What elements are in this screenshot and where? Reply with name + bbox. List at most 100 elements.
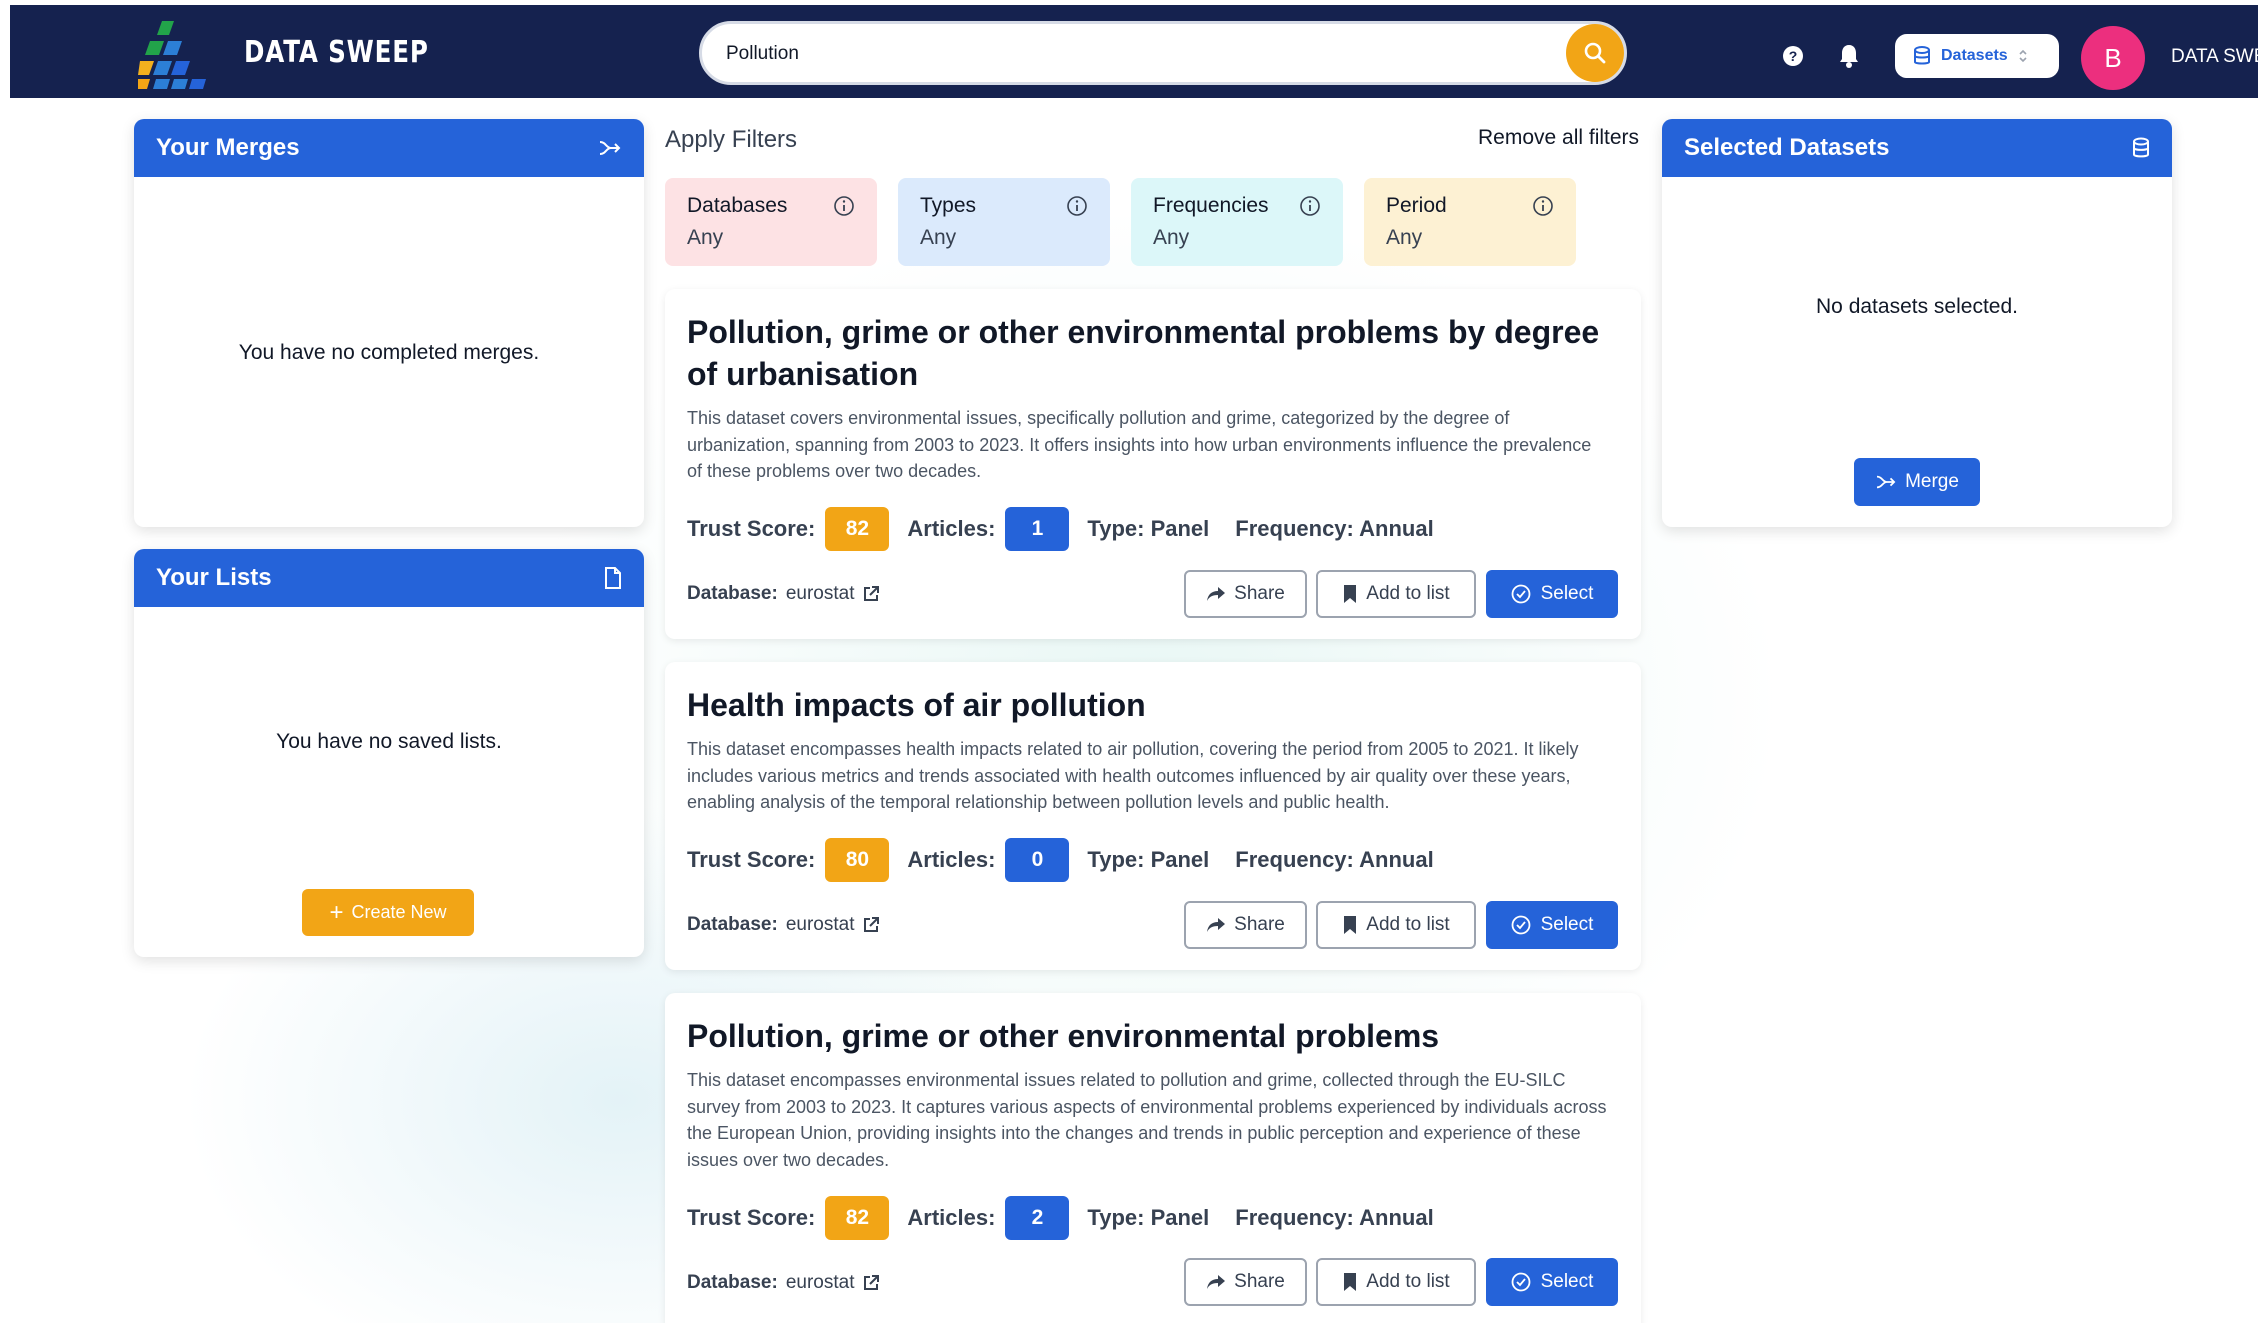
create-new-label: Create New [351, 902, 447, 922]
dataset-card: Pollution, grime or other environmental … [665, 289, 1641, 639]
add-to-list-button[interactable]: Add to list [1316, 570, 1476, 618]
check-circle-icon [1511, 584, 1530, 604]
info-icon[interactable] [1299, 195, 1321, 217]
selected-datasets-panel: Selected Datasets No datasets selected. … [1662, 119, 2172, 527]
info-icon[interactable] [833, 195, 855, 217]
filter-types[interactable]: Types Any [898, 178, 1110, 266]
bookmark-icon [1344, 585, 1357, 603]
lists-panel-header: Your Lists [134, 549, 644, 607]
info-icon[interactable] [1532, 195, 1554, 217]
share-icon [1207, 1275, 1226, 1289]
dataset-type: Type: Panel [1087, 847, 1210, 872]
merges-panel-title: Your Merges [156, 134, 300, 161]
select-button[interactable]: Select [1486, 570, 1618, 618]
filter-name: Types [920, 194, 977, 217]
articles-label: Articles: [907, 516, 996, 541]
check-circle-icon [1511, 1272, 1530, 1292]
articles-label: Articles: [907, 847, 996, 872]
search-button[interactable] [1566, 24, 1624, 82]
dataset-description: This dataset encompasses environmental i… [687, 1070, 1607, 1170]
database-name[interactable]: eurostat [786, 914, 855, 936]
database-icon [1914, 46, 1930, 65]
trust-score-label: Trust Score: [687, 1205, 816, 1230]
dataset-card: Health impacts of air pollution This dat… [665, 662, 1641, 970]
add-to-list-label: Add to list [1366, 583, 1450, 604]
search-input[interactable] [726, 36, 1526, 72]
lists-panel: Your Lists You have no saved lists. + Cr… [134, 549, 644, 957]
datasets-selector[interactable]: Datasets [1895, 34, 2059, 78]
filter-databases[interactable]: Databases Any [665, 178, 877, 266]
articles-label: Articles: [907, 1205, 996, 1230]
share-button[interactable]: Share [1184, 1258, 1307, 1306]
dataset-title[interactable]: Pollution, grime or other environmental … [687, 1015, 1617, 1057]
avatar[interactable]: B [2081, 26, 2145, 90]
filter-frequencies[interactable]: Frequencies Any [1131, 178, 1343, 266]
filter-period[interactable]: Period Any [1364, 178, 1576, 266]
share-button[interactable]: Share [1184, 570, 1307, 618]
filter-name: Period [1386, 194, 1447, 217]
selected-datasets-header: Selected Datasets [1662, 119, 2172, 177]
help-icon[interactable]: ? [1782, 45, 1804, 67]
notification-bell-icon[interactable] [1837, 43, 1861, 69]
articles-badge[interactable]: 1 [1005, 507, 1070, 551]
dataset-description: This dataset encompasses health impacts … [687, 739, 1579, 812]
database-name[interactable]: eurostat [786, 1272, 855, 1294]
lists-empty-message: You have no saved lists. [276, 730, 502, 753]
trust-score-label: Trust Score: [687, 847, 816, 872]
filter-name: Databases [687, 194, 788, 217]
external-link-icon[interactable] [862, 1274, 880, 1292]
lists-panel-title: Your Lists [156, 564, 272, 591]
data-sweep-logo-icon [138, 21, 206, 89]
share-button[interactable]: Share [1184, 901, 1307, 949]
trust-score-badge: 80 [825, 838, 890, 882]
database-label: Database: [687, 583, 778, 604]
external-link-icon[interactable] [862, 585, 880, 603]
brand-name: DATA SWEEP [244, 35, 429, 70]
dataset-type: Type: Panel [1087, 1205, 1210, 1230]
dataset-frequency: Frequency: Annual [1235, 847, 1434, 872]
add-to-list-label: Add to list [1366, 1271, 1450, 1292]
filter-value: Any [1386, 226, 1423, 249]
merge-button[interactable]: Merge [1854, 458, 1980, 506]
filter-value: Any [920, 226, 957, 249]
dataset-title[interactable]: Health impacts of air pollution [687, 684, 1617, 726]
selected-datasets-title: Selected Datasets [1684, 134, 1890, 161]
select-button[interactable]: Select [1486, 901, 1618, 949]
filter-name: Frequencies [1153, 194, 1269, 217]
dataset-frequency: Frequency: Annual [1235, 1205, 1434, 1230]
create-new-list-button[interactable]: + Create New [302, 889, 474, 936]
merges-empty-message: You have no completed merges. [238, 341, 540, 364]
document-icon [605, 567, 621, 589]
filters-title: Apply Filters [665, 126, 798, 153]
external-link-icon[interactable] [862, 916, 880, 934]
dataset-metrics: Trust Score: 82 Articles: 1 Type: Panel … [687, 507, 1434, 551]
remove-all-filters-link[interactable]: Remove all filters [1478, 126, 1639, 150]
chevron-updown-icon [2019, 49, 2027, 63]
svg-text:?: ? [1789, 48, 1798, 64]
search-icon [1584, 42, 1606, 64]
share-label: Share [1234, 914, 1285, 935]
merges-panel: Your Merges You have no completed merges… [134, 119, 644, 527]
dataset-metrics: Trust Score: 80 Articles: 0 Type: Panel … [687, 838, 1434, 882]
merges-panel-header: Your Merges [134, 119, 644, 177]
window-edge [0, 0, 10, 1323]
select-label: Select [1540, 914, 1594, 935]
share-icon [1207, 587, 1226, 601]
articles-badge[interactable]: 0 [1005, 838, 1070, 882]
select-label: Select [1540, 1271, 1594, 1292]
database-line: Database: eurostat [687, 914, 880, 936]
share-label: Share [1234, 1271, 1285, 1292]
dataset-title[interactable]: Pollution, grime or other environmental … [687, 311, 1617, 395]
articles-badge[interactable]: 2 [1005, 1196, 1070, 1240]
datasets-selector-label: Datasets [1941, 47, 2008, 64]
add-to-list-label: Add to list [1366, 914, 1450, 935]
bookmark-icon [1344, 916, 1357, 934]
select-button[interactable]: Select [1486, 1258, 1618, 1306]
database-name[interactable]: eurostat [786, 583, 855, 605]
username: DATA SWEEP [2171, 46, 2258, 67]
add-to-list-button[interactable]: Add to list [1316, 1258, 1476, 1306]
dataset-card: Pollution, grime or other environmental … [665, 993, 1641, 1323]
merge-icon [1876, 475, 1896, 489]
info-icon[interactable] [1066, 195, 1088, 217]
add-to-list-button[interactable]: Add to list [1316, 901, 1476, 949]
